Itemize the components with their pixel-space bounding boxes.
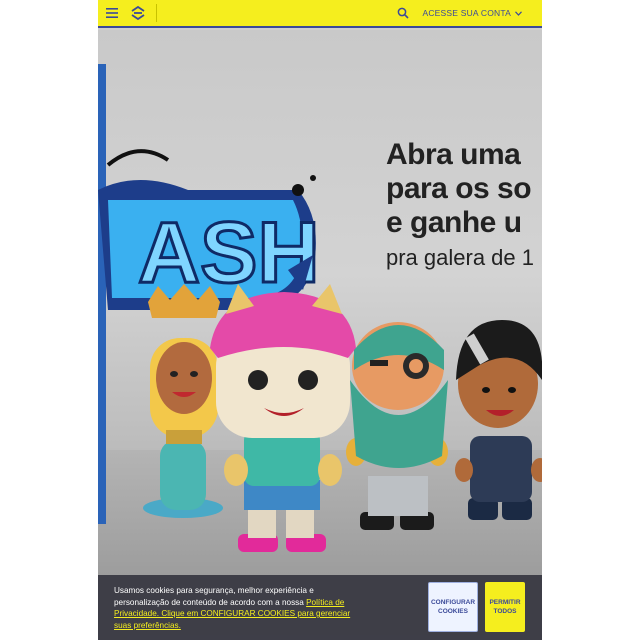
promo-line-2: para os so <box>386 172 532 205</box>
character-cat-skater <box>210 284 356 552</box>
top-header: ACESSE SUA CONTA <box>98 0 542 28</box>
promo-line-3: e ganhe u <box>386 206 522 239</box>
cookie-message: Usamos cookies para segurança, melhor ex… <box>114 585 354 631</box>
promo-subline: pra galera de 1 <box>386 245 534 270</box>
cookie-consent-banner: Usamos cookies para segurança, melhor ex… <box>98 575 542 640</box>
header-divider <box>156 4 157 22</box>
account-access-label: ACESSE SUA CONTA <box>422 8 511 18</box>
chevron-down-icon <box>515 8 522 18</box>
hero-banner[interactable]: ASH Abra uma para os so e ganhe u pra ga… <box>98 30 542 575</box>
character-dark-hair <box>455 320 542 520</box>
characters-illustration <box>143 284 542 552</box>
bank-logo-icon[interactable] <box>126 0 150 27</box>
allow-all-cookies-button[interactable]: PERMITIR TODOS <box>485 582 525 632</box>
character-bearded <box>346 322 448 530</box>
search-icon[interactable] <box>392 0 414 27</box>
account-access-button[interactable]: ACESSE SUA CONTA <box>422 8 522 18</box>
promo-text: Abra uma para os so e ganhe u pra galera… <box>386 138 542 272</box>
promo-line-1: Abra uma <box>386 138 521 171</box>
character-mermaid <box>143 284 223 518</box>
configure-cookies-button[interactable]: CONFIGURAR COOKIES <box>428 582 478 632</box>
cookie-message-text: Usamos cookies para segurança, melhor ex… <box>114 586 314 607</box>
page-viewport: ACESSE SUA CONTA ASH Abra uma para os so… <box>98 0 542 640</box>
hamburger-menu-icon[interactable] <box>100 0 124 27</box>
